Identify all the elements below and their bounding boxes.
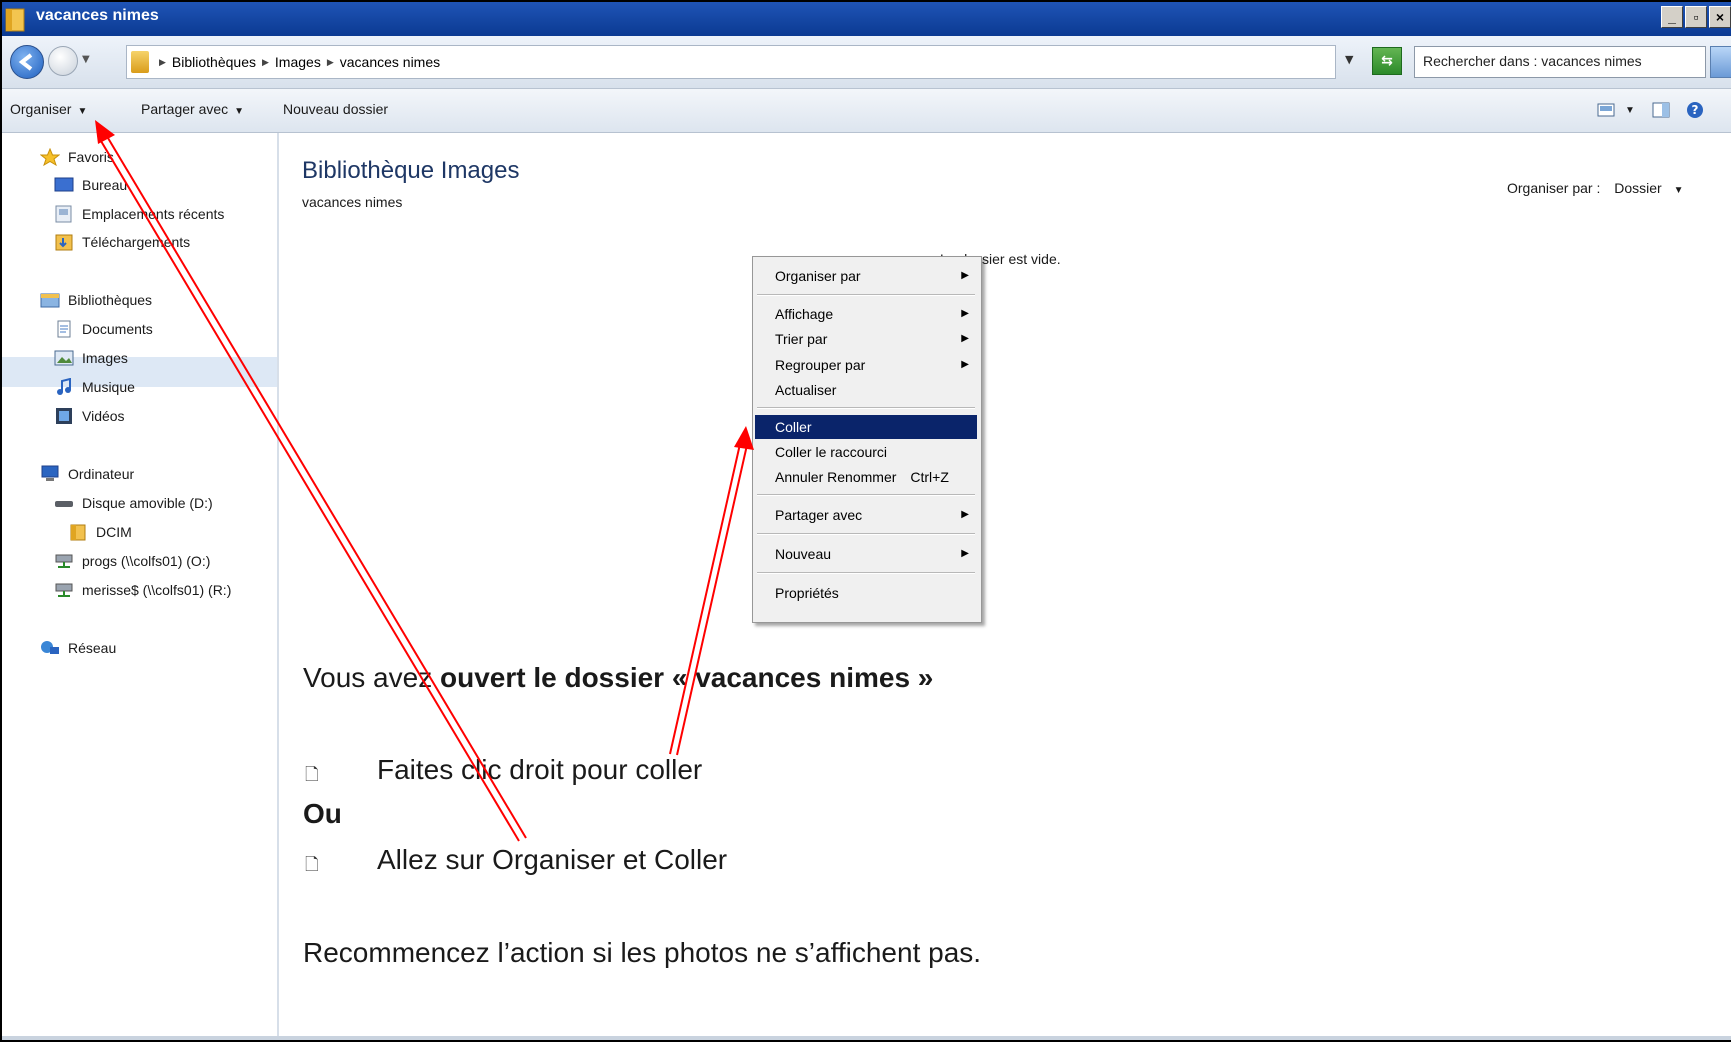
status-bar [2, 1036, 1731, 1040]
arrow-to-coller [669, 426, 754, 756]
annotation-arrows [95, 120, 754, 842]
explorer-window: vacances nimes _ ▫ × ▼ ▶ Bibliothèques ▶… [0, 0, 1731, 1042]
arrow-to-organiser [95, 120, 527, 842]
